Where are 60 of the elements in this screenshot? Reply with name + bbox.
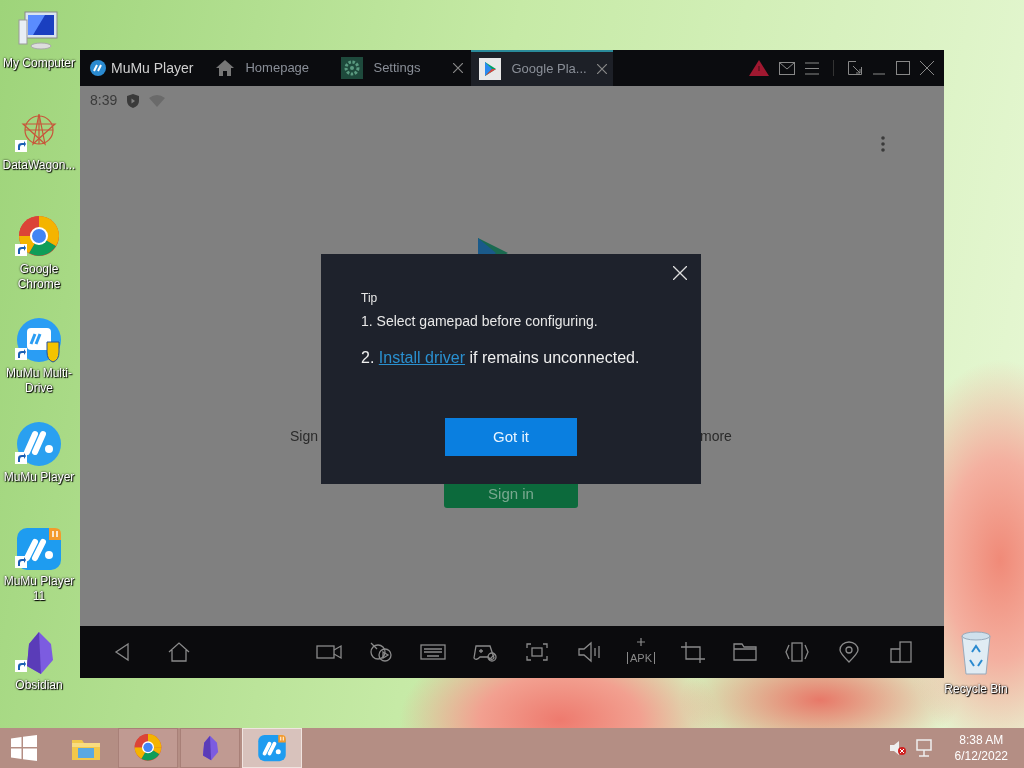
tab[interactable]: Google Pla... [471,50,614,86]
home-icon [215,59,236,77]
settings-icon [341,57,364,79]
location-pin-icon[interactable] [836,641,862,663]
shield-icon [127,93,140,108]
tab[interactable]: Settings [333,50,472,86]
chrome-icon [132,732,164,764]
app-logo-icon [90,60,106,76]
plus-icon [637,638,645,646]
desktop-icon-label[interactable]: MuMu Multi-Drive [0,366,78,396]
app-icon[interactable] [15,422,63,468]
clock-time[interactable]: 8:38 AM [959,732,1004,748]
tab[interactable]: Homepage [207,50,334,86]
install-driver-link[interactable]: Install driver [378,349,466,366]
tip-text: 2. Install driver if remains unconnected. [361,348,641,368]
taskbar-button[interactable] [118,728,178,768]
desktop-icon-label[interactable]: Recycle Bin [944,680,1008,698]
muted-speaker-icon[interactable] [888,740,907,756]
app-icon [257,733,287,763]
body-text: Sign [290,427,319,446]
close-icon[interactable] [920,61,934,75]
volume-icon[interactable] [576,641,602,663]
window-title: MuMu Player [111,58,194,78]
desktop-icon-label[interactable]: Google Chrome [0,262,78,292]
desktop-icon-label[interactable]: My Computer [3,56,75,71]
windows-start-icon[interactable] [11,735,37,761]
menu-icon[interactable] [805,61,819,75]
play-store-icon [479,58,502,80]
taskbar-button[interactable] [180,728,240,768]
home-icon[interactable] [166,641,192,663]
crop-icon[interactable] [680,641,706,663]
mail-icon[interactable] [779,61,795,75]
got-it-button[interactable]: Got it [445,418,577,456]
tab-label: Google Pla... [511,60,587,79]
desktop-icon-label[interactable]: MuMu Player [3,470,75,485]
tab-label: Homepage [245,59,311,78]
body-text: more [700,427,732,446]
multi-window-icon[interactable] [888,641,914,663]
clock-date[interactable]: 6/12/2022 [954,748,1008,764]
close-icon[interactable] [453,63,464,73]
rotate-phone-icon[interactable] [784,641,810,663]
screenshot-icon[interactable] [524,641,550,663]
maximize-icon[interactable] [896,61,910,75]
network-icon[interactable] [914,739,933,757]
multi-drive-icon[interactable] [15,318,63,364]
dialog-title: Tip [361,290,379,306]
apk-install-button[interactable]: APK [626,637,656,667]
desktop-icon-label[interactable]: DataWagon... [2,158,76,173]
record-play-icon[interactable] [368,641,394,663]
keyboard-icon[interactable] [420,641,446,663]
status-time: 8:39 [90,91,118,110]
tip-text: 1. Select gamepad before configuring. [361,312,599,331]
tab-label: Settings [373,59,422,78]
app-icon[interactable] [15,526,63,572]
folder-icon[interactable] [732,641,758,663]
desktop-icon-label[interactable]: MuMu Player 11 [0,574,78,604]
resize-icon[interactable] [848,61,862,75]
warning-icon[interactable] [749,60,769,76]
more-options-icon[interactable] [881,136,885,152]
desktop-icon-label[interactable]: Obsidian [15,678,63,693]
